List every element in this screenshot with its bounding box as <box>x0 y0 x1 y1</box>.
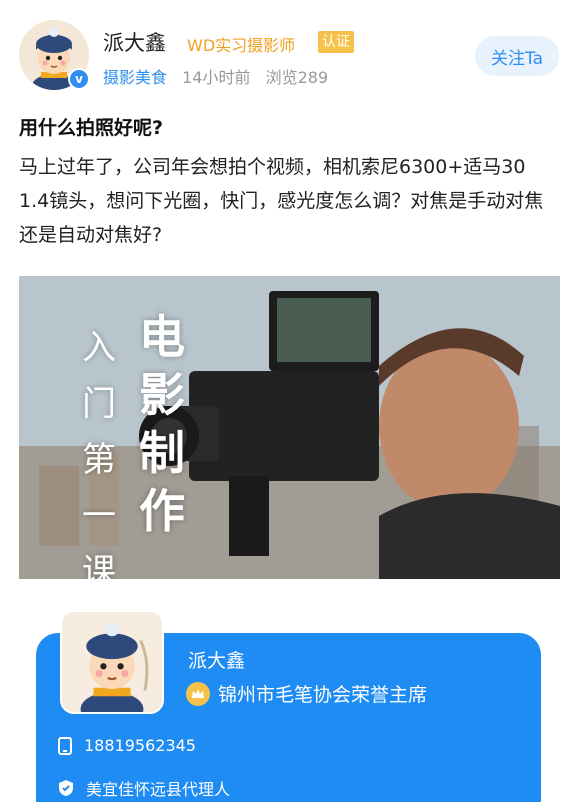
banner-char: 门 <box>82 384 116 424</box>
crown-icon <box>186 681 210 706</box>
cartoon-boy-icon <box>62 612 162 712</box>
banner-char: 课 <box>82 552 116 579</box>
banner-char: 影 <box>139 368 185 422</box>
post-body: 马上过年了，公司年会想拍个视频，相机索尼6300+适马30 1.4镜头，想问下光… <box>19 156 544 246</box>
phone-number: 18819562345 <box>84 736 196 755</box>
author-avatar[interactable]: v <box>19 20 90 90</box>
author-name[interactable]: 派大鑫 <box>103 27 166 57</box>
banner-char: 一 <box>82 496 116 536</box>
view-count: 浏览289 <box>265 68 329 87</box>
post-time: 14小时前 <box>182 68 251 87</box>
post-image[interactable]: 入 门 第 一 课 电 影 制 作 <box>19 276 560 579</box>
banner-char: 电 <box>139 310 185 364</box>
post-title: 用什么拍照好呢? <box>19 117 164 139</box>
post-header: v 派大鑫 WD实习摄影师 认证 摄影美食 14小时前 浏览289 关注Ta <box>0 0 576 100</box>
banner-char: 作 <box>139 484 185 538</box>
author-title: WD实习摄影师 <box>187 36 296 55</box>
card-role: 美宜佳怀远县代理人 <box>58 776 230 800</box>
shield-icon <box>59 780 73 796</box>
banner-title: 电 影 制 作 <box>137 308 187 540</box>
honor-text: 锦州市毛笔协会荣誉主席 <box>218 684 428 706</box>
banner-char: 制 <box>139 426 185 480</box>
phone-icon <box>58 736 72 755</box>
verified-badge-icon: v <box>68 68 90 90</box>
banner-char: 第 <box>82 440 116 480</box>
certified-tag: 认证 <box>318 31 354 53</box>
banner-subtitle: 入 门 第 一 课 <box>79 320 119 579</box>
card-phone[interactable]: 18819562345 <box>58 736 196 755</box>
card-avatar[interactable] <box>60 610 164 714</box>
post-meta: 摄影美食 14小时前 浏览289 <box>103 64 328 88</box>
follow-button[interactable]: 关注Ta <box>475 36 559 76</box>
card-name: 派大鑫 <box>188 650 246 672</box>
card-honor: 锦州市毛笔协会荣誉主席 <box>186 680 427 707</box>
category-link[interactable]: 摄影美食 <box>103 68 167 87</box>
banner-char: 入 <box>82 328 116 368</box>
role-text: 美宜佳怀远县代理人 <box>86 780 231 799</box>
